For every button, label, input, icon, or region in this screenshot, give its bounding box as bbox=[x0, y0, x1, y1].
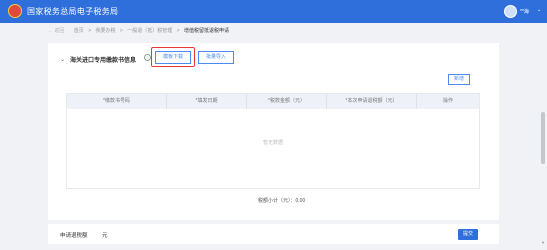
footer-bar: 申请退税额 元 bbox=[48, 224, 499, 244]
scrollbar-thumb[interactable] bbox=[541, 112, 545, 164]
column-header: 操作 bbox=[442, 98, 453, 104]
refund-amount-unit: 元 bbox=[102, 233, 108, 239]
back-link[interactable]: ← 返回 bbox=[48, 27, 64, 34]
breadcrumb-item[interactable]: 一般退（抵）税管理 bbox=[127, 27, 172, 34]
table-header: *缴款书号码 *填发日期 *税款金额（元） *本次申请退税额（元） 操作 bbox=[67, 94, 479, 109]
breadcrumb-separator: > bbox=[119, 28, 123, 34]
customs-payment-panel: ⌄ 海关进口专用缴款书信息 ? 模板下载 批量导入 新增 *缴款书号码 *填发日… bbox=[48, 43, 499, 220]
add-button[interactable]: 新增 bbox=[448, 74, 470, 85]
collapse-chevron-icon[interactable]: ⌄ bbox=[60, 56, 65, 63]
national-emblem-icon bbox=[8, 4, 22, 18]
payment-table: *缴款书号码 *填发日期 *税款金额（元） *本次申请退税额（元） 操作 暂无数… bbox=[66, 93, 480, 189]
template-download-button[interactable]: 模板下载 bbox=[155, 51, 191, 64]
batch-import-button[interactable]: 批量导入 bbox=[198, 51, 234, 64]
tax-subtotal: 税额小计（元）：0.00 bbox=[258, 198, 306, 204]
breadcrumb-current: 增值税留抵退税申请 bbox=[183, 28, 229, 34]
section-title: 海关进口专用缴款书信息 bbox=[70, 58, 137, 64]
column-header: *缴款书号码 bbox=[67, 94, 167, 109]
user-name[interactable]: **海 bbox=[520, 8, 529, 15]
breadcrumb-separator: > bbox=[176, 28, 180, 34]
breadcrumb: ← 返回 首页 > 我要办税 > 一般退（抵）税管理 > 增值税留抵退税申请 bbox=[48, 27, 232, 39]
empty-state-text: 暂无数据 bbox=[262, 140, 283, 146]
column-header: *本次申请退税额（元） bbox=[327, 94, 417, 109]
help-icon[interactable]: ? bbox=[144, 54, 151, 61]
breadcrumb-item[interactable]: 我要办税 bbox=[96, 27, 116, 34]
app-title: 国家税务总局电子税务局 bbox=[27, 7, 119, 16]
chevron-down-icon[interactable]: ⌄ bbox=[537, 7, 541, 13]
breadcrumb-item[interactable]: 首页 bbox=[74, 27, 84, 34]
breadcrumb-separator: > bbox=[88, 28, 92, 34]
scroll-down-icon[interactable]: ▼ bbox=[541, 240, 545, 245]
column-header: *税款金额（元） bbox=[247, 94, 327, 109]
column-header: *填发日期 bbox=[167, 94, 247, 109]
refund-amount-label: 申请退税额 bbox=[60, 233, 88, 239]
top-bar: 国家税务总局电子税务局 **海 ⌄ bbox=[0, 0, 547, 23]
submit-button[interactable]: 提交 bbox=[458, 229, 478, 240]
user-avatar[interactable] bbox=[504, 5, 517, 18]
